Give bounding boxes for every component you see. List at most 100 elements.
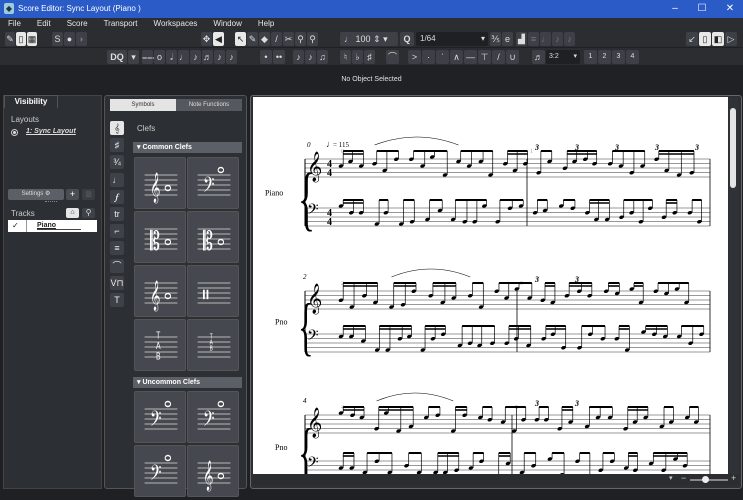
tracks-filter-icon[interactable]: ⌂ xyxy=(66,208,79,218)
percussion-clef-cell[interactable]: 𝄥 xyxy=(187,265,239,317)
tab-symbols[interactable]: Symbols xyxy=(110,99,176,111)
tenuto-icon[interactable]: — xyxy=(464,50,477,64)
collapse-icon[interactable]: ↙ xyxy=(686,32,698,46)
bass-8va-clef-cell[interactable]: 𝄢 xyxy=(134,445,186,497)
panel-left-icon[interactable]: ▯ xyxy=(699,32,711,46)
fermata-category-icon[interactable]: ⌒ xyxy=(110,258,124,273)
zoom-icon[interactable]: ⚲ xyxy=(307,32,318,46)
voice-1-button[interactable]: 1 xyxy=(584,50,597,64)
staff-category-icon[interactable]: ≡ xyxy=(110,241,124,256)
speaker-icon[interactable]: ◀ xyxy=(213,32,224,46)
zoom-menu-button[interactable]: ▾ xyxy=(669,474,673,482)
bass-8vb-clef-cell[interactable]: 𝄢 xyxy=(134,391,186,443)
ornaments-category-icon[interactable]: tr xyxy=(110,207,124,221)
bowing-category-icon[interactable]: V⊓ xyxy=(110,275,124,290)
track-row[interactable]: ✓ Piano xyxy=(8,220,97,232)
tuplet-icon[interactable]: ♬ xyxy=(532,50,545,64)
score-canvas[interactable]: 𝄞44𝄢44{Piano00133333𝄞𝄢{Pno22333𝄞𝄢{Pno445… xyxy=(253,97,728,474)
note-c-icon[interactable]: ♪ xyxy=(552,32,563,46)
draw-icon[interactable]: / xyxy=(271,32,282,46)
menu-score[interactable]: Score xyxy=(59,18,96,30)
double-whole-icon[interactable]: ⩶ xyxy=(142,50,157,64)
monitor-icon[interactable]: ◗ xyxy=(76,32,87,46)
sixteenth-note-icon[interactable]: ♬ xyxy=(202,50,213,64)
accent-icon[interactable]: > xyxy=(408,50,421,64)
sharp-icon[interactable]: ♯ xyxy=(364,50,375,64)
note-d-icon[interactable]: ♪ xyxy=(564,32,575,46)
whole-note-icon[interactable]: o xyxy=(154,50,165,64)
close-button[interactable]: ✕ xyxy=(720,2,740,16)
thirtysecond-note-icon[interactable]: ♪ xyxy=(214,50,225,64)
velocity-spinner[interactable]: ⇕ xyxy=(373,34,381,44)
tenuto-bar-icon[interactable]: ⊤ xyxy=(478,50,491,64)
zoom-in-button[interactable]: + xyxy=(731,473,736,483)
minimize-button[interactable]: – xyxy=(665,2,685,16)
voice-2-button[interactable]: 2 xyxy=(598,50,611,64)
dynamics-category-icon[interactable]: 𝆑 xyxy=(110,189,124,204)
marcato-icon[interactable]: ∧ xyxy=(450,50,463,64)
layout-item[interactable]: 1: Sync Layout xyxy=(26,128,76,135)
eighth-note-icon[interactable]: ♪ xyxy=(190,50,201,64)
split-icon[interactable]: ✥ xyxy=(201,32,212,46)
alto-clef-cell[interactable]: 𝄡 xyxy=(134,211,186,263)
tab-clef-cell[interactable]: TAB xyxy=(134,319,186,371)
pin-icon[interactable]: ✎ xyxy=(5,32,15,46)
slash-icon[interactable]: / xyxy=(492,50,505,64)
maximize-button[interactable]: ☐ xyxy=(692,2,712,16)
tab-small-clef-cell[interactable]: TAB xyxy=(187,319,239,371)
flag-icon[interactable]: ♪ xyxy=(305,50,316,64)
repeats-category-icon[interactable]: ⌐ xyxy=(110,224,124,239)
record-icon[interactable]: ● xyxy=(64,32,75,46)
key-category-icon[interactable]: ♯ xyxy=(110,138,124,153)
quarter-note-icon[interactable]: ♩ xyxy=(178,50,189,64)
stem-icon[interactable]: ♫ xyxy=(317,50,328,64)
tenor-clef-cell[interactable]: 𝄡 xyxy=(187,211,239,263)
menu-help[interactable]: Help xyxy=(250,18,282,30)
panel-right-icon[interactable]: ◧ xyxy=(712,32,724,46)
menu-file[interactable]: File xyxy=(0,18,29,30)
uncommon-clefs-header[interactable]: ▾ Uncommon Clefs xyxy=(133,377,242,388)
glue-icon[interactable]: ⚲ xyxy=(295,32,306,46)
voice-4-button[interactable]: 4 xyxy=(626,50,639,64)
score-page[interactable]: 𝄞44𝄢44{Piano00133333𝄞𝄢{Pno22333𝄞𝄢{Pno445… xyxy=(253,97,728,474)
level-icon[interactable]: ▟ xyxy=(516,32,527,46)
note-a-icon[interactable]: ≡ xyxy=(528,32,539,46)
tab-visibility[interactable]: Visibility xyxy=(4,95,58,108)
note-b-icon[interactable]: ♩ xyxy=(540,32,551,46)
pencil-icon[interactable]: ✎ xyxy=(247,32,258,46)
display-quantize-dropdown[interactable]: ▾ xyxy=(128,50,139,64)
treble-8vb-clef-cell[interactable]: 𝄞 xyxy=(134,265,186,317)
search-icon[interactable]: ⚲ xyxy=(82,208,95,218)
bass-clef-cell[interactable]: 𝄢 xyxy=(187,157,239,209)
add-button[interactable]: + xyxy=(66,189,79,200)
staccatissimo-icon[interactable]: ˈ xyxy=(436,50,449,64)
menu-window[interactable]: Window xyxy=(205,18,249,30)
layout-icon[interactable]: ▦ xyxy=(27,32,37,46)
quantize-dropdown[interactable]: 1/64 ▾ xyxy=(416,32,488,46)
voice-3-button[interactable]: 3 xyxy=(612,50,625,64)
panel-info-icon[interactable]: ▷ xyxy=(725,32,737,46)
scrollbar-thumb[interactable] xyxy=(730,108,736,188)
layout-radio[interactable] xyxy=(11,129,18,136)
bow-icon[interactable]: ∪ xyxy=(506,50,519,64)
snap-icon[interactable]: e xyxy=(502,32,513,46)
tie-icon[interactable]: ⌒ xyxy=(386,50,399,64)
solo-icon[interactable]: S xyxy=(52,32,63,46)
menu-workspaces[interactable]: Workspaces xyxy=(146,18,206,30)
scissors-icon[interactable]: ✂ xyxy=(283,32,294,46)
bass-15mb-clef-cell[interactable]: 𝄢 xyxy=(187,391,239,443)
clef-category-icon[interactable]: 𝄞 xyxy=(110,121,124,135)
zoom-out-button[interactable]: − xyxy=(681,473,686,483)
zoom-slider-handle[interactable] xyxy=(702,476,709,483)
velocity-field[interactable]: ♩ 100 ⇕ ▾ xyxy=(340,32,398,46)
arrow-tool-icon[interactable]: ↖ xyxy=(235,32,246,46)
menu-transport[interactable]: Transport xyxy=(96,18,146,30)
staccato-icon[interactable]: · xyxy=(422,50,435,64)
text-category-icon[interactable]: T xyxy=(110,293,124,307)
track-checkbox[interactable]: ✓ xyxy=(12,221,19,230)
dot-icon[interactable]: • xyxy=(260,50,272,64)
quantize-toggle-icon[interactable]: ⅗ xyxy=(490,32,501,46)
eraser-icon[interactable]: ◆ xyxy=(259,32,270,46)
menu-edit[interactable]: Edit xyxy=(29,18,59,30)
page-mode-icon[interactable]: ▯ xyxy=(16,32,26,46)
